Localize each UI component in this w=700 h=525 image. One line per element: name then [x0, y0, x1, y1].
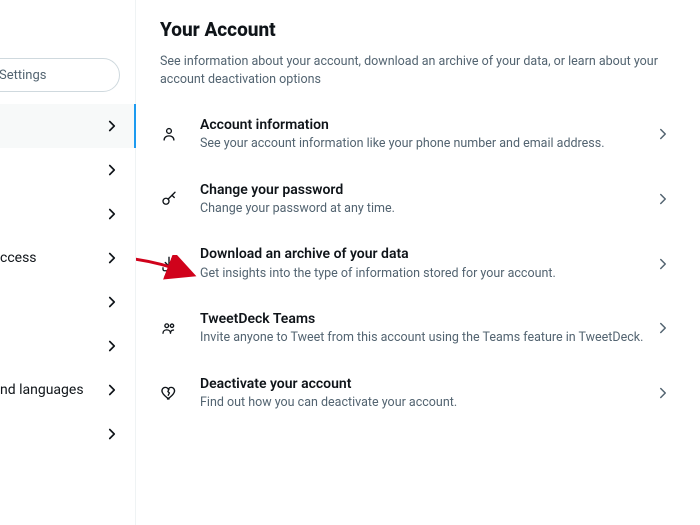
chevron-right-icon [103, 381, 121, 399]
chevron-right-icon [103, 337, 121, 355]
row-text: Change your password Change your passwor… [200, 181, 654, 218]
chevron-right-icon [103, 293, 121, 311]
row-download-archive[interactable]: Download an archive of your data Get ins… [160, 231, 676, 296]
row-text: Account information See your account inf… [200, 116, 654, 153]
main-panel: Your Account See information about your … [136, 0, 700, 525]
row-title: Account information [200, 116, 654, 134]
sidebar-item-languages[interactable]: nd languages [0, 368, 135, 412]
sidebar-item[interactable] [0, 148, 135, 192]
key-icon [160, 190, 200, 208]
sidebar-item-your-account[interactable] [0, 104, 135, 148]
chevron-right-icon [654, 255, 672, 273]
row-title: Download an archive of your data [200, 245, 654, 263]
sidebar-item[interactable] [0, 412, 135, 456]
chevron-right-icon [654, 319, 672, 337]
heart-break-icon [160, 384, 200, 402]
row-text: Deactivate your account Find out how you… [200, 375, 654, 412]
chevron-right-icon [103, 425, 121, 443]
row-desc: Get insights into the type of informatio… [200, 265, 654, 283]
row-change-password[interactable]: Change your password Change your passwor… [160, 167, 676, 232]
row-title: Change your password [200, 181, 654, 199]
app-root: Settings ccess [0, 0, 700, 525]
download-icon [160, 255, 200, 273]
page-title: Your Account [160, 18, 676, 41]
person-icon [160, 125, 200, 143]
search-placeholder: Settings [0, 68, 46, 83]
chevron-right-icon [654, 125, 672, 143]
teams-icon [160, 319, 200, 337]
row-desc: Find out how you can deactivate your acc… [200, 394, 654, 412]
search-input[interactable]: Settings [0, 58, 120, 92]
chevron-right-icon [103, 249, 121, 267]
row-text: Download an archive of your data Get ins… [200, 245, 654, 282]
row-desc: Change your password at any time. [200, 200, 654, 218]
settings-sidebar: Settings ccess [0, 0, 136, 525]
row-account-information[interactable]: Account information See your account inf… [160, 102, 676, 167]
row-text: TweetDeck Teams Invite anyone to Tweet f… [200, 310, 654, 347]
sidebar-item-label: ccess [0, 250, 37, 266]
row-tweetdeck-teams[interactable]: TweetDeck Teams Invite anyone to Tweet f… [160, 296, 676, 361]
row-desc: See your account information like your p… [200, 135, 654, 153]
sidebar-item-label: nd languages [0, 382, 84, 398]
row-desc: Invite anyone to Tweet from this account… [200, 329, 654, 347]
row-deactivate-account[interactable]: Deactivate your account Find out how you… [160, 361, 676, 426]
chevron-right-icon [103, 205, 121, 223]
sidebar-item[interactable] [0, 280, 135, 324]
sidebar-item-access[interactable]: ccess [0, 236, 135, 280]
row-title: Deactivate your account [200, 375, 654, 393]
sidebar-item[interactable] [0, 192, 135, 236]
chevron-right-icon [654, 384, 672, 402]
sidebar-item[interactable] [0, 324, 135, 368]
row-title: TweetDeck Teams [200, 310, 654, 328]
chevron-right-icon [103, 117, 121, 135]
chevron-right-icon [103, 161, 121, 179]
page-description: See information about your account, down… [160, 53, 660, 88]
chevron-right-icon [654, 190, 672, 208]
